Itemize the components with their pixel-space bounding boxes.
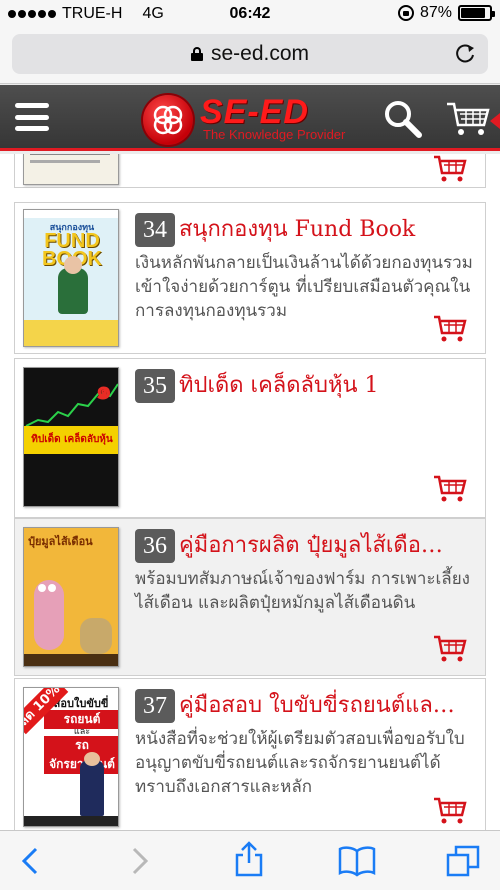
add-to-cart-icon[interactable] — [433, 155, 467, 183]
logo-emblem[interactable] — [143, 95, 193, 145]
item-title[interactable]: ทิปเด็ด เคล็ดลับหุ้น 1 — [179, 369, 484, 403]
logo-tagline: The Knowledge Provider — [203, 127, 346, 142]
status-right: 87% — [397, 4, 495, 22]
book-list: สนุกกองทุน FUND BOOK 34 สนุกกองทุน Fund … — [0, 154, 500, 830]
logo-mark-icon — [153, 105, 183, 135]
add-to-cart-icon[interactable] — [433, 797, 467, 825]
item-number: 34 — [135, 213, 175, 247]
reload-icon[interactable] — [454, 43, 476, 65]
item-description: เงินหลักพันกลายเป็นเงินล้านได้ด้วยกองทุน… — [135, 253, 473, 321]
search-icon[interactable] — [383, 99, 423, 139]
item-title[interactable]: คู่มือการผลิต ปุ๋ยมูลไส้เดือ… — [179, 529, 484, 563]
item-number: 37 — [135, 689, 175, 723]
battery-fill — [461, 8, 486, 18]
item-description: หนังสือที่จะช่วยให้ผู้เตรียมตัวสอบเพื่อข… — [135, 729, 465, 797]
status-bar: TRUE-H 4G 06:42 87% — [0, 0, 500, 28]
bookmarks-icon[interactable] — [338, 845, 376, 877]
list-item[interactable]: ๑ ทิปเด็ด เคล็ดลับหุ้น 35 ทิปเด็ด เคล็ดล… — [14, 358, 486, 518]
url-field[interactable]: se-ed.com — [12, 34, 488, 74]
battery-percent: 87% — [419, 4, 452, 21]
book-cover[interactable]: ปุ๋ยมูลไส้เดือน — [23, 527, 119, 667]
tabs-icon[interactable] — [446, 845, 480, 877]
browser-toolbar — [0, 830, 500, 890]
site-header: SE-ED The Knowledge Provider — [0, 85, 500, 151]
add-to-cart-icon[interactable] — [433, 635, 467, 663]
back-icon[interactable] — [14, 845, 48, 877]
add-to-cart-icon[interactable] — [433, 475, 467, 503]
cover-title: ทิปเด็ด เคล็ดลับหุ้น — [24, 426, 118, 454]
padlock-icon — [190, 47, 203, 61]
item-number: 35 — [135, 369, 175, 403]
add-to-cart-icon[interactable] — [433, 315, 467, 343]
url-text: se-ed.com — [210, 42, 310, 65]
arrow-icon — [490, 113, 500, 129]
share-icon[interactable] — [232, 841, 266, 877]
address-bar: se-ed.com — [0, 28, 500, 84]
cover-title: ปุ๋ยมูลไส้เดือน — [28, 535, 93, 548]
item-number: 36 — [135, 529, 175, 563]
list-item[interactable]: สอบใบขับขี่ รถยนต์ และ รถจักรยานยนต์ ลด … — [14, 678, 486, 830]
battery-icon — [458, 5, 495, 21]
item-title[interactable]: คู่มือสอบ ใบขับขี่รถยนต์แล… — [179, 689, 484, 723]
rotation-lock-icon — [397, 5, 414, 21]
book-cover[interactable]: สอบใบขับขี่ รถยนต์ และ รถจักรยานยนต์ ลด … — [23, 687, 119, 827]
forward-icon[interactable] — [122, 845, 156, 877]
book-cover[interactable]: สนุกกองทุน FUND BOOK — [23, 209, 119, 347]
item-description: พร้อมบทสัมภาษณ์เจ้าของฟาร์ม การเพาะเลี้ย… — [135, 569, 470, 613]
cart-icon[interactable] — [446, 101, 490, 137]
item-title[interactable]: สนุกกองทุน Fund Book — [179, 213, 484, 247]
book-cover[interactable] — [23, 154, 119, 185]
list-item[interactable]: ปุ๋ยมูลไส้เดือน 36 คู่มือการผลิต ปุ๋ยมูล… — [14, 518, 486, 676]
cover-numeral: ๑ — [95, 376, 112, 406]
list-item[interactable] — [14, 154, 486, 188]
menu-icon[interactable] — [15, 103, 49, 131]
list-item[interactable]: สนุกกองทุน FUND BOOK 34 สนุกกองทุน Fund … — [14, 202, 486, 354]
book-cover[interactable]: ๑ ทิปเด็ด เคล็ดลับหุ้น — [23, 367, 119, 507]
